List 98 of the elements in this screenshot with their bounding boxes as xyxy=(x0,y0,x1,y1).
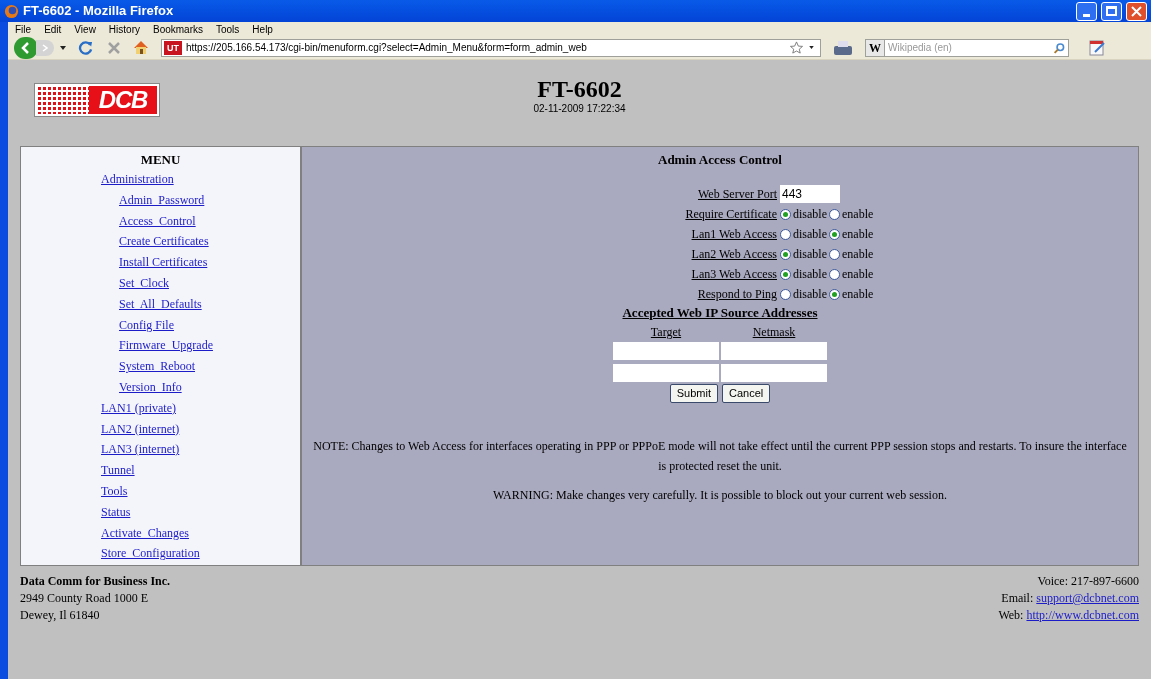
menu-link[interactable]: Administration xyxy=(101,169,174,190)
address-input[interactable] xyxy=(613,364,719,382)
radio-button[interactable] xyxy=(780,268,791,280)
back-button[interactable] xyxy=(14,36,38,59)
date-time: 02-11-2009 17:22:34 xyxy=(533,102,626,116)
radio-button[interactable] xyxy=(829,228,840,240)
submenu-link[interactable]: Config File xyxy=(119,314,174,336)
dropdown-caret-icon[interactable] xyxy=(809,46,814,49)
contact-link[interactable]: support@dcbnet.com xyxy=(1036,590,1139,607)
submenu-link[interactable]: Set All Defaults xyxy=(119,293,202,315)
site-badge: UT xyxy=(164,40,182,55)
menu-link[interactable]: LAN2 (internet) xyxy=(101,418,180,440)
note-text: NOTE: Changes to Web Access for interfaces operating in PPP or PPPoE mode will not take effect until the current PPP session stops and restarts. To insure the interface is protected reset the unit. xyxy=(312,438,1128,475)
radio-label: enable xyxy=(842,206,874,223)
form-button[interactable]: Submit xyxy=(669,384,718,403)
submenu-link[interactable]: System Reboot xyxy=(119,356,195,377)
radio-button[interactable] xyxy=(780,288,791,300)
field-label: Web Server Port xyxy=(697,186,778,203)
menu-title: MENU xyxy=(140,151,181,169)
contact-label: Email: xyxy=(1001,590,1035,607)
radio-label: disable xyxy=(793,246,827,263)
menu-item[interactable]: Tools xyxy=(216,21,240,37)
radio-button[interactable] xyxy=(829,268,840,280)
field-label: Respond to Ping xyxy=(696,286,778,303)
submenu-link[interactable]: Install Certificates xyxy=(119,252,208,273)
menu-item[interactable]: View xyxy=(74,21,96,37)
menu-item[interactable]: Help xyxy=(252,21,273,37)
url-text: https://205.166.54.173/cgi-bin/menuform.cgi?select=Admin_Menu&form=form_admin_web xyxy=(186,41,588,55)
radio-button[interactable] xyxy=(829,208,840,220)
radio-label: enable xyxy=(842,246,874,263)
radio-button[interactable] xyxy=(829,248,840,260)
column-heading: Target xyxy=(650,325,682,339)
address-input[interactable] xyxy=(721,364,827,382)
minimize-button[interactable] xyxy=(1076,1,1097,21)
device-title: FT-6602 xyxy=(537,76,622,102)
radio-label: disable xyxy=(793,266,827,283)
search-engine-selector[interactable]: W xyxy=(865,38,885,57)
port-input[interactable]: 443 xyxy=(780,185,840,203)
submenu-link[interactable]: Version Info xyxy=(119,376,182,398)
field-label: Lan3 Web Access xyxy=(690,266,778,283)
bookmark-star-icon[interactable] xyxy=(790,41,803,54)
close-icon xyxy=(1131,5,1142,17)
field-label: Lan1 Web Access xyxy=(690,226,778,243)
contact-label: Voice: xyxy=(1037,573,1069,590)
column-heading: Netmask xyxy=(752,325,796,339)
notepad-icon[interactable] xyxy=(1089,39,1106,56)
form-title: Admin Access Control xyxy=(658,151,782,169)
menu-item[interactable]: History xyxy=(108,21,140,37)
search-field[interactable]: Wikipedia (en) xyxy=(885,38,1053,57)
field-label: Require Certificate xyxy=(684,206,778,223)
address-line: Dewey, Il 61840 xyxy=(20,607,101,624)
submenu-link[interactable]: Firmware Upgrade xyxy=(119,335,213,357)
radio-button[interactable] xyxy=(780,208,791,220)
menu-link[interactable]: Store Configuration xyxy=(101,543,200,565)
search-icon[interactable] xyxy=(1053,38,1069,57)
menu-link[interactable]: Activate Changes xyxy=(101,522,189,544)
submenu-link[interactable]: Admin Password xyxy=(119,189,205,211)
radio-label: disable xyxy=(793,206,827,223)
menu-link[interactable]: Tools xyxy=(101,480,128,502)
radio-button[interactable] xyxy=(829,288,840,300)
field-label: Lan2 Web Access xyxy=(690,246,778,263)
submenu-link[interactable]: Set Clock xyxy=(119,273,169,294)
radio-label: enable xyxy=(842,286,874,303)
menu-link[interactable]: LAN1 (private) xyxy=(101,397,176,419)
menu-link[interactable]: Tunnel xyxy=(101,460,135,481)
home-icon[interactable] xyxy=(133,40,149,55)
menu-link[interactable]: LAN3 (internet) xyxy=(101,439,180,461)
section-heading: Accepted Web IP Source Addresses xyxy=(622,304,818,322)
radio-label: disable xyxy=(793,226,827,243)
radio-label: disable xyxy=(793,286,827,303)
menu-item[interactable]: Edit xyxy=(44,21,62,37)
dropdown-caret-icon[interactable] xyxy=(60,45,66,50)
radio-label: enable xyxy=(842,266,874,283)
address-input[interactable] xyxy=(721,342,827,360)
close-button[interactable] xyxy=(1126,1,1147,21)
company-name: Data Comm for Business Inc. xyxy=(20,573,171,590)
warning-text: WARNING: Make changes very carefully. It is possible to block out your current web session. xyxy=(493,487,947,504)
radio-label: enable xyxy=(842,226,874,243)
contact-link[interactable]: http://www.dcbnet.com xyxy=(1026,607,1139,624)
dcb-logo: DCB xyxy=(34,83,160,117)
address-input[interactable] xyxy=(613,342,719,360)
menu-item[interactable]: File xyxy=(15,21,32,37)
address-bar[interactable]: UT https://205.166.54.173/cgi-bin/menuform.cgi?select=Admin_Menu&form=form_admin_web xyxy=(161,38,821,57)
browser-logo-icon xyxy=(4,3,19,19)
address-line: 2949 County Road 1000 E xyxy=(20,590,149,607)
radio-button[interactable] xyxy=(780,228,791,240)
contact-label: Web: xyxy=(998,607,1025,624)
maximize-button[interactable] xyxy=(1101,1,1122,21)
menu-item[interactable]: Bookmarks xyxy=(153,21,203,37)
window-title: FT-6602 - Mozilla Firefox xyxy=(23,2,174,21)
printer-icon[interactable] xyxy=(833,39,853,56)
menu-link[interactable]: Status xyxy=(101,501,131,523)
submenu-link[interactable]: Create Certificates xyxy=(119,231,209,253)
radio-button[interactable] xyxy=(780,248,791,260)
submenu-link[interactable]: Access Control xyxy=(119,210,196,232)
form-button[interactable]: Cancel xyxy=(722,384,771,403)
reload-icon[interactable] xyxy=(78,40,93,55)
contact-value: 217-897-6600 xyxy=(1071,573,1139,590)
